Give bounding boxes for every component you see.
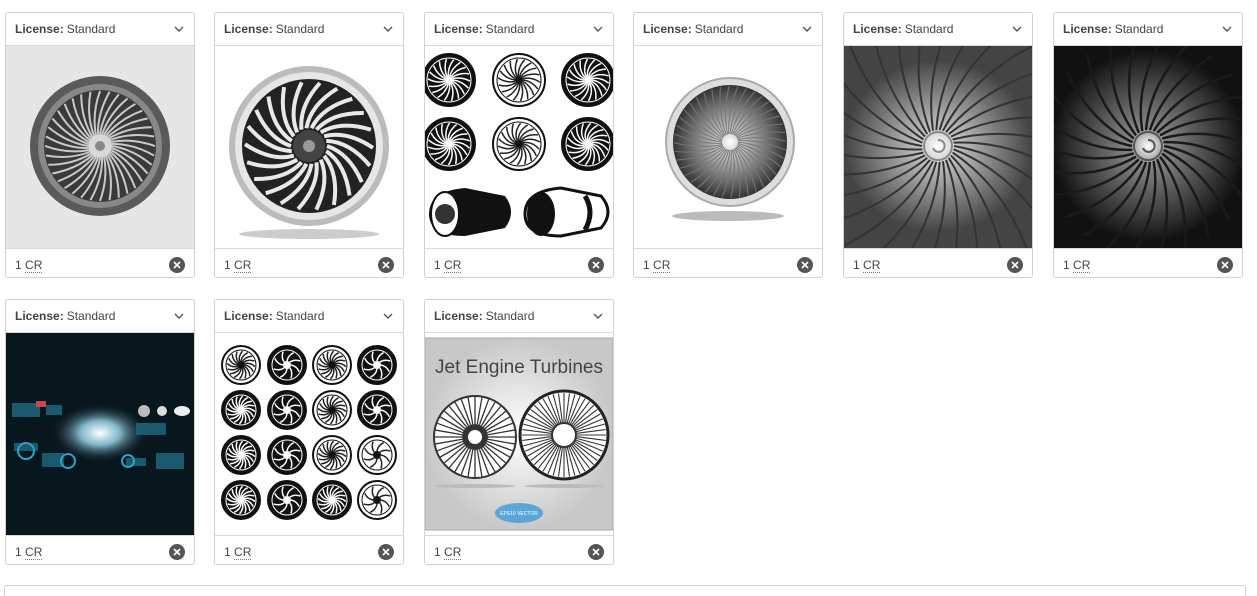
cart-item-card: License: Standard 1 CR xyxy=(424,12,614,278)
chevron-down-icon xyxy=(173,310,185,322)
poster-title: Jet Engine Turbines xyxy=(435,357,603,378)
chevron-down-icon xyxy=(382,23,394,35)
chevron-down-icon xyxy=(592,23,604,35)
thumbnail-image[interactable] xyxy=(6,333,194,535)
license-value: Standard xyxy=(66,22,116,36)
license-label: License: xyxy=(1063,22,1112,36)
chevron-down-icon xyxy=(173,23,185,35)
license-label: License: xyxy=(15,22,64,36)
chevron-down-icon xyxy=(801,23,813,35)
thumbnail-image[interactable] xyxy=(6,46,194,248)
thumbnail-image[interactable] xyxy=(215,46,403,248)
thumbnail-image[interactable] xyxy=(425,46,613,248)
license-value: Standard xyxy=(904,22,954,36)
license-dropdown[interactable]: License: Standard xyxy=(215,300,403,333)
price: 1 CR xyxy=(224,257,252,273)
license-value: Standard xyxy=(275,22,325,36)
cart-item-card: License: Standard 1 CR xyxy=(214,299,404,565)
turbine-blades-icon xyxy=(844,46,1032,248)
thumbnail-image[interactable] xyxy=(634,46,822,248)
thumbnail-image[interactable] xyxy=(844,46,1032,248)
jet-engine-icon xyxy=(6,46,194,248)
remove-button[interactable] xyxy=(1007,256,1023,273)
cart-item-card: License: Standard 1 CR xyxy=(5,299,195,565)
license-value: Standard xyxy=(275,309,325,323)
license-label: License: xyxy=(643,22,692,36)
license-label: License: xyxy=(224,22,273,36)
turbine-blades-icon xyxy=(1054,46,1242,248)
license-value: Standard xyxy=(66,309,116,323)
license-dropdown[interactable]: License: Standard xyxy=(425,13,613,46)
jet-engine-poster: Jet Engine Turbines EPS10 VECTOR xyxy=(425,337,613,531)
chevron-down-icon xyxy=(592,310,604,322)
turbine-set-icon xyxy=(425,46,613,248)
remove-button[interactable] xyxy=(378,256,394,273)
license-dropdown[interactable]: License: Standard xyxy=(1054,13,1242,46)
license-label: License: xyxy=(434,22,483,36)
cart-item-card: License: Standard 1 CR xyxy=(843,12,1033,278)
remove-button[interactable] xyxy=(797,256,813,273)
remove-button[interactable] xyxy=(1217,256,1233,273)
jet-engine-icon xyxy=(634,46,822,248)
price: 1 CR xyxy=(224,544,252,560)
license-label: License: xyxy=(15,309,64,323)
remove-button[interactable] xyxy=(588,543,604,560)
thumbnail-image[interactable] xyxy=(215,333,403,535)
cart-item-card: License: Standard 1 CR xyxy=(1053,12,1243,278)
license-label: License: xyxy=(853,22,902,36)
remove-button[interactable] xyxy=(378,543,394,560)
chevron-down-icon xyxy=(1011,23,1023,35)
license-dropdown[interactable]: License: Standard xyxy=(6,13,194,46)
chevron-down-icon xyxy=(382,310,394,322)
cart-item-card: License: Standard 1 CR xyxy=(5,12,195,278)
price: 1 CR xyxy=(434,544,462,560)
license-value: Standard xyxy=(1114,22,1164,36)
price: 1 CR xyxy=(1063,257,1091,273)
chevron-down-icon xyxy=(1221,23,1233,35)
license-value: Standard xyxy=(485,22,535,36)
license-dropdown[interactable]: License: Standard xyxy=(425,300,613,333)
license-dropdown[interactable]: License: Standard xyxy=(215,13,403,46)
thumbnail-image[interactable]: Jet Engine Turbines EPS10 VECTOR xyxy=(425,333,613,535)
remove-button[interactable] xyxy=(588,256,604,273)
license-value: Standard xyxy=(694,22,744,36)
cart-item-card: License: Standard 1 CR xyxy=(633,12,823,278)
license-dropdown[interactable]: License: Standard xyxy=(844,13,1032,46)
price: 1 CR xyxy=(15,544,43,560)
price: 1 CR xyxy=(434,257,462,273)
license-label: License: xyxy=(224,309,273,323)
price: 1 CR xyxy=(853,257,881,273)
cart-item-card: License: Standard Jet Engine Turbines EP… xyxy=(424,299,614,565)
license-label: License: xyxy=(434,309,483,323)
price: 1 CR xyxy=(643,257,671,273)
price: 1 CR xyxy=(15,257,43,273)
license-dropdown[interactable]: License: Standard xyxy=(6,300,194,333)
remove-button[interactable] xyxy=(169,256,185,273)
bottom-panel-edge xyxy=(4,585,1246,596)
cart-item-card: License: Standard 1 CR xyxy=(214,12,404,278)
remove-button[interactable] xyxy=(169,543,185,560)
hud-infographic-icon xyxy=(6,333,194,535)
license-dropdown[interactable]: License: Standard xyxy=(634,13,822,46)
poster-badge: EPS10 VECTOR xyxy=(500,511,538,517)
license-value: Standard xyxy=(485,309,535,323)
thumbnail-image[interactable] xyxy=(1054,46,1242,248)
jet-engine-icon xyxy=(215,46,403,248)
turbine-icon-grid xyxy=(215,333,403,535)
